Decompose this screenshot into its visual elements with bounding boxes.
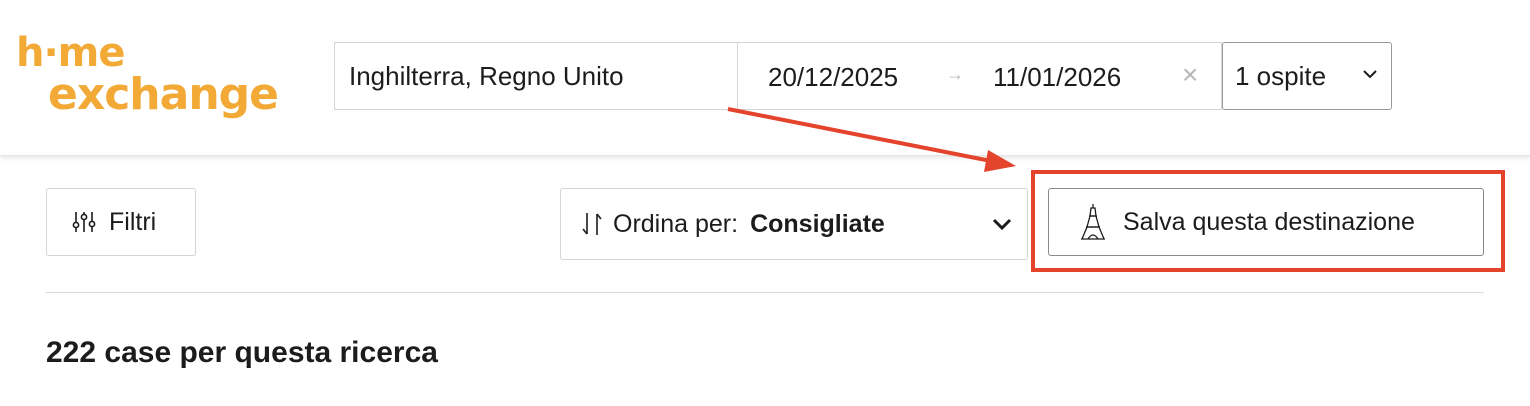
save-destination-label: Salva questa destinazione: [1123, 207, 1415, 236]
close-icon[interactable]: ×: [1182, 59, 1198, 91]
logo-text-bottom: exchange: [48, 69, 279, 120]
destination-value: Inghilterra, Regno Unito: [349, 60, 624, 91]
sort-selected-value: Consigliate: [750, 209, 885, 238]
sort-prefix-label: Ordina per:: [613, 209, 739, 238]
sort-dropdown[interactable]: Ordina per: Consigliate: [560, 188, 1028, 260]
chevron-down-icon: [992, 218, 1012, 231]
date-range-picker[interactable]: 20/12/2025 → 11/01/2026 ×: [738, 42, 1222, 110]
filters-button[interactable]: Filtri: [46, 188, 196, 256]
homeexchange-logo[interactable]: h·me exchange: [16, 30, 306, 126]
eiffel-tower-icon: [1081, 204, 1105, 240]
arrow-right-icon: →: [946, 64, 964, 84]
top-header: h·me exchange Inghilterra, Regno Unito 2…: [0, 0, 1530, 156]
destination-input[interactable]: Inghilterra, Regno Unito: [334, 42, 738, 110]
filters-label: Filtri: [109, 207, 157, 236]
guests-value: 1 ospite: [1235, 60, 1327, 91]
sort-arrows-icon: [582, 213, 602, 235]
sliders-icon: [72, 212, 96, 232]
guests-select[interactable]: 1 ospite: [1222, 42, 1392, 110]
results-count-heading: 222 case per questa ricerca: [46, 336, 438, 369]
save-destination-button[interactable]: Salva questa destinazione: [1048, 188, 1484, 256]
date-start[interactable]: 20/12/2025: [768, 62, 898, 93]
chevron-down-icon: [1363, 70, 1377, 79]
section-divider: [46, 292, 1484, 293]
date-end[interactable]: 11/01/2026: [993, 62, 1121, 93]
